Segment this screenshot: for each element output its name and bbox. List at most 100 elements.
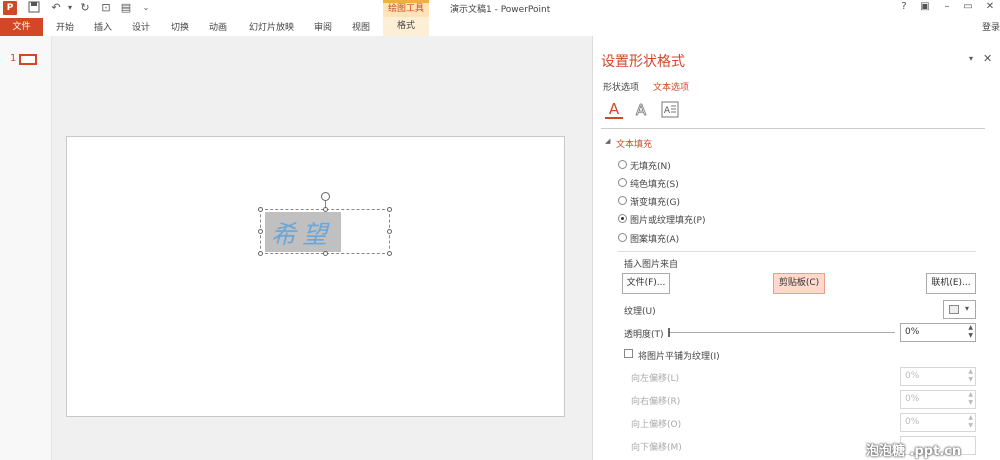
offset-left-input[interactable]: 0% ▲ ▼ <box>900 367 976 386</box>
text-effects-icon[interactable]: A <box>631 100 651 120</box>
radio-label-pattern-fill: 图案填充(A) <box>630 235 680 245</box>
spinner-arrows-icon[interactable]: ▲ ▼ <box>968 391 973 407</box>
file-button[interactable]: 文件(F)... <box>622 273 670 294</box>
slide-number: 1 <box>10 53 17 64</box>
tab-view[interactable]: 视图 <box>352 20 370 33</box>
chevron-down-icon: ▾ <box>965 304 970 313</box>
slide-editor: 希望 <box>52 36 592 460</box>
svg-text:A: A <box>636 101 647 119</box>
tile-checkbox[interactable] <box>624 349 633 358</box>
tab-design[interactable]: 设计 <box>132 20 150 33</box>
offset-right-label: 向右偏移(R) <box>631 397 681 407</box>
tab-format[interactable]: 格式 <box>383 17 429 36</box>
tab-shape-options[interactable]: 形状选项 <box>603 80 639 93</box>
present-icon[interactable]: ▤ <box>119 1 133 15</box>
tab-animations[interactable]: 动画 <box>209 20 227 33</box>
close-icon[interactable]: ✕ <box>983 1 997 12</box>
section-text-fill[interactable]: 文本填充 <box>616 137 652 150</box>
tab-home[interactable]: 开始 <box>56 20 74 33</box>
transparency-label: 透明度(T) <box>624 330 664 340</box>
transparency-slider-thumb[interactable] <box>668 328 670 337</box>
divider <box>618 251 976 252</box>
minimize-icon[interactable]: – <box>940 1 954 12</box>
ribbon-display-icon[interactable]: ▣ <box>918 1 932 12</box>
resize-handle-nw[interactable] <box>258 207 263 212</box>
texture-label: 纹理(U) <box>624 307 656 317</box>
text-box[interactable]: 希望 <box>260 209 390 254</box>
clipboard-button[interactable]: 剪贴板(C) <box>773 273 825 294</box>
redo-icon[interactable]: ↻ <box>78 1 92 15</box>
tile-label: 将图片平铺为纹理(I) <box>638 352 720 362</box>
radio-gradient-fill[interactable] <box>618 196 627 205</box>
restore-icon[interactable]: ▭ <box>961 1 975 12</box>
online-button[interactable]: 联机(E)... <box>926 273 976 294</box>
svg-text:A: A <box>664 106 671 116</box>
pane-close-icon[interactable]: ✕ <box>983 52 992 65</box>
radio-label-picture-fill: 图片或纹理填充(P) <box>630 216 706 226</box>
window-title: 演示文稿1 - PowerPoint <box>450 5 551 15</box>
radio-label-gradient-fill: 渐变填充(G) <box>630 198 680 208</box>
pane-options-dropdown-icon[interactable]: ▾ <box>969 54 973 63</box>
tab-insert[interactable]: 插入 <box>94 20 112 33</box>
undo-icon[interactable]: ↶ <box>49 1 63 15</box>
sign-in-link[interactable]: 登录 <box>982 20 1000 33</box>
resize-handle-w[interactable] <box>258 229 263 234</box>
radio-solid-fill[interactable] <box>618 178 627 187</box>
title-bar: P ↶ ▾ ↻ ⊡ ▤ ⌄ 绘图工具 演示文稿1 - PowerPoint ? … <box>0 0 1000 17</box>
offset-bottom-label: 向下偏移(M) <box>631 443 682 453</box>
undo-dropdown-icon[interactable]: ▾ <box>63 1 77 15</box>
texture-swatch-icon <box>949 305 959 314</box>
radio-no-fill[interactable] <box>618 160 627 169</box>
tab-transitions[interactable]: 切换 <box>171 20 189 33</box>
spinner-arrows-icon[interactable]: ▲ ▼ <box>968 414 973 430</box>
tab-slideshow[interactable]: 幻灯片放映 <box>249 20 294 33</box>
spinner-arrows-icon[interactable]: ▲ ▼ <box>968 324 973 340</box>
offset-top-value: 0% <box>905 417 920 427</box>
text-fill-outline-icon[interactable]: A <box>603 100 625 120</box>
slide-canvas[interactable]: 希望 <box>66 136 565 417</box>
tab-review[interactable]: 审阅 <box>314 20 332 33</box>
slide-thumbnail-pane: 1 <box>0 36 52 460</box>
radio-label-no-fill: 无填充(N) <box>630 162 671 172</box>
start-slideshow-icon[interactable]: ⊡ <box>99 1 113 15</box>
text-box-icon[interactable]: A <box>661 101 679 118</box>
resize-handle-ne[interactable] <box>387 207 392 212</box>
offset-top-input[interactable]: 0% ▲ ▼ <box>900 413 976 432</box>
spinner-arrows-icon[interactable]: ▲ ▼ <box>968 368 973 384</box>
help-icon[interactable]: ? <box>897 1 911 12</box>
offset-top-label: 向上偏移(O) <box>631 420 682 430</box>
powerpoint-logo-icon: P <box>3 1 17 15</box>
ribbon-tabs: 文件 开始 插入 设计 切换 动画 幻灯片放映 审阅 视图 格式 登录 <box>0 17 1000 36</box>
svg-text:A: A <box>609 100 620 118</box>
radio-picture-fill[interactable] <box>618 214 627 223</box>
texture-picker[interactable]: ▾ <box>943 300 976 319</box>
slide-thumbnail[interactable] <box>19 54 37 65</box>
radio-label-solid-fill: 纯色填充(S) <box>630 180 679 190</box>
slide-text: 希望 <box>271 220 334 249</box>
transparency-slider-track[interactable] <box>669 332 895 333</box>
format-shape-pane: 设置形状格式 ▾ ✕ 形状选项 文本选项 A A A ◢ 文本填充 无填充(N)… <box>592 36 1000 460</box>
transparency-input[interactable]: 0% ▲ ▼ <box>900 323 976 342</box>
resize-handle-n[interactable] <box>323 207 328 212</box>
save-icon[interactable] <box>27 1 41 15</box>
offset-left-label: 向左偏移(L) <box>631 374 680 384</box>
radio-pattern-fill[interactable] <box>618 233 627 242</box>
customize-toolbar-icon[interactable]: ⌄ <box>139 1 153 15</box>
drawing-tools-group-label: 绘图工具 <box>383 0 429 17</box>
offset-right-value: 0% <box>905 394 920 404</box>
resize-handle-e[interactable] <box>387 229 392 234</box>
offset-left-value: 0% <box>905 371 920 381</box>
section-collapse-icon[interactable]: ◢ <box>605 137 610 145</box>
resize-handle-sw[interactable] <box>258 251 263 256</box>
divider <box>601 128 985 129</box>
tab-file[interactable]: 文件 <box>0 18 43 36</box>
transparency-value: 0% <box>905 327 920 337</box>
tab-text-options[interactable]: 文本选项 <box>653 80 689 93</box>
rotate-handle[interactable] <box>321 192 330 201</box>
pane-title: 设置形状格式 <box>601 54 685 70</box>
watermark-logo: 泡泡糖 .ppt.cn <box>866 444 962 459</box>
offset-right-input[interactable]: 0% ▲ ▼ <box>900 390 976 409</box>
resize-handle-s[interactable] <box>323 251 328 256</box>
insert-from-label: 插入图片来自 <box>624 260 679 270</box>
resize-handle-se[interactable] <box>387 251 392 256</box>
